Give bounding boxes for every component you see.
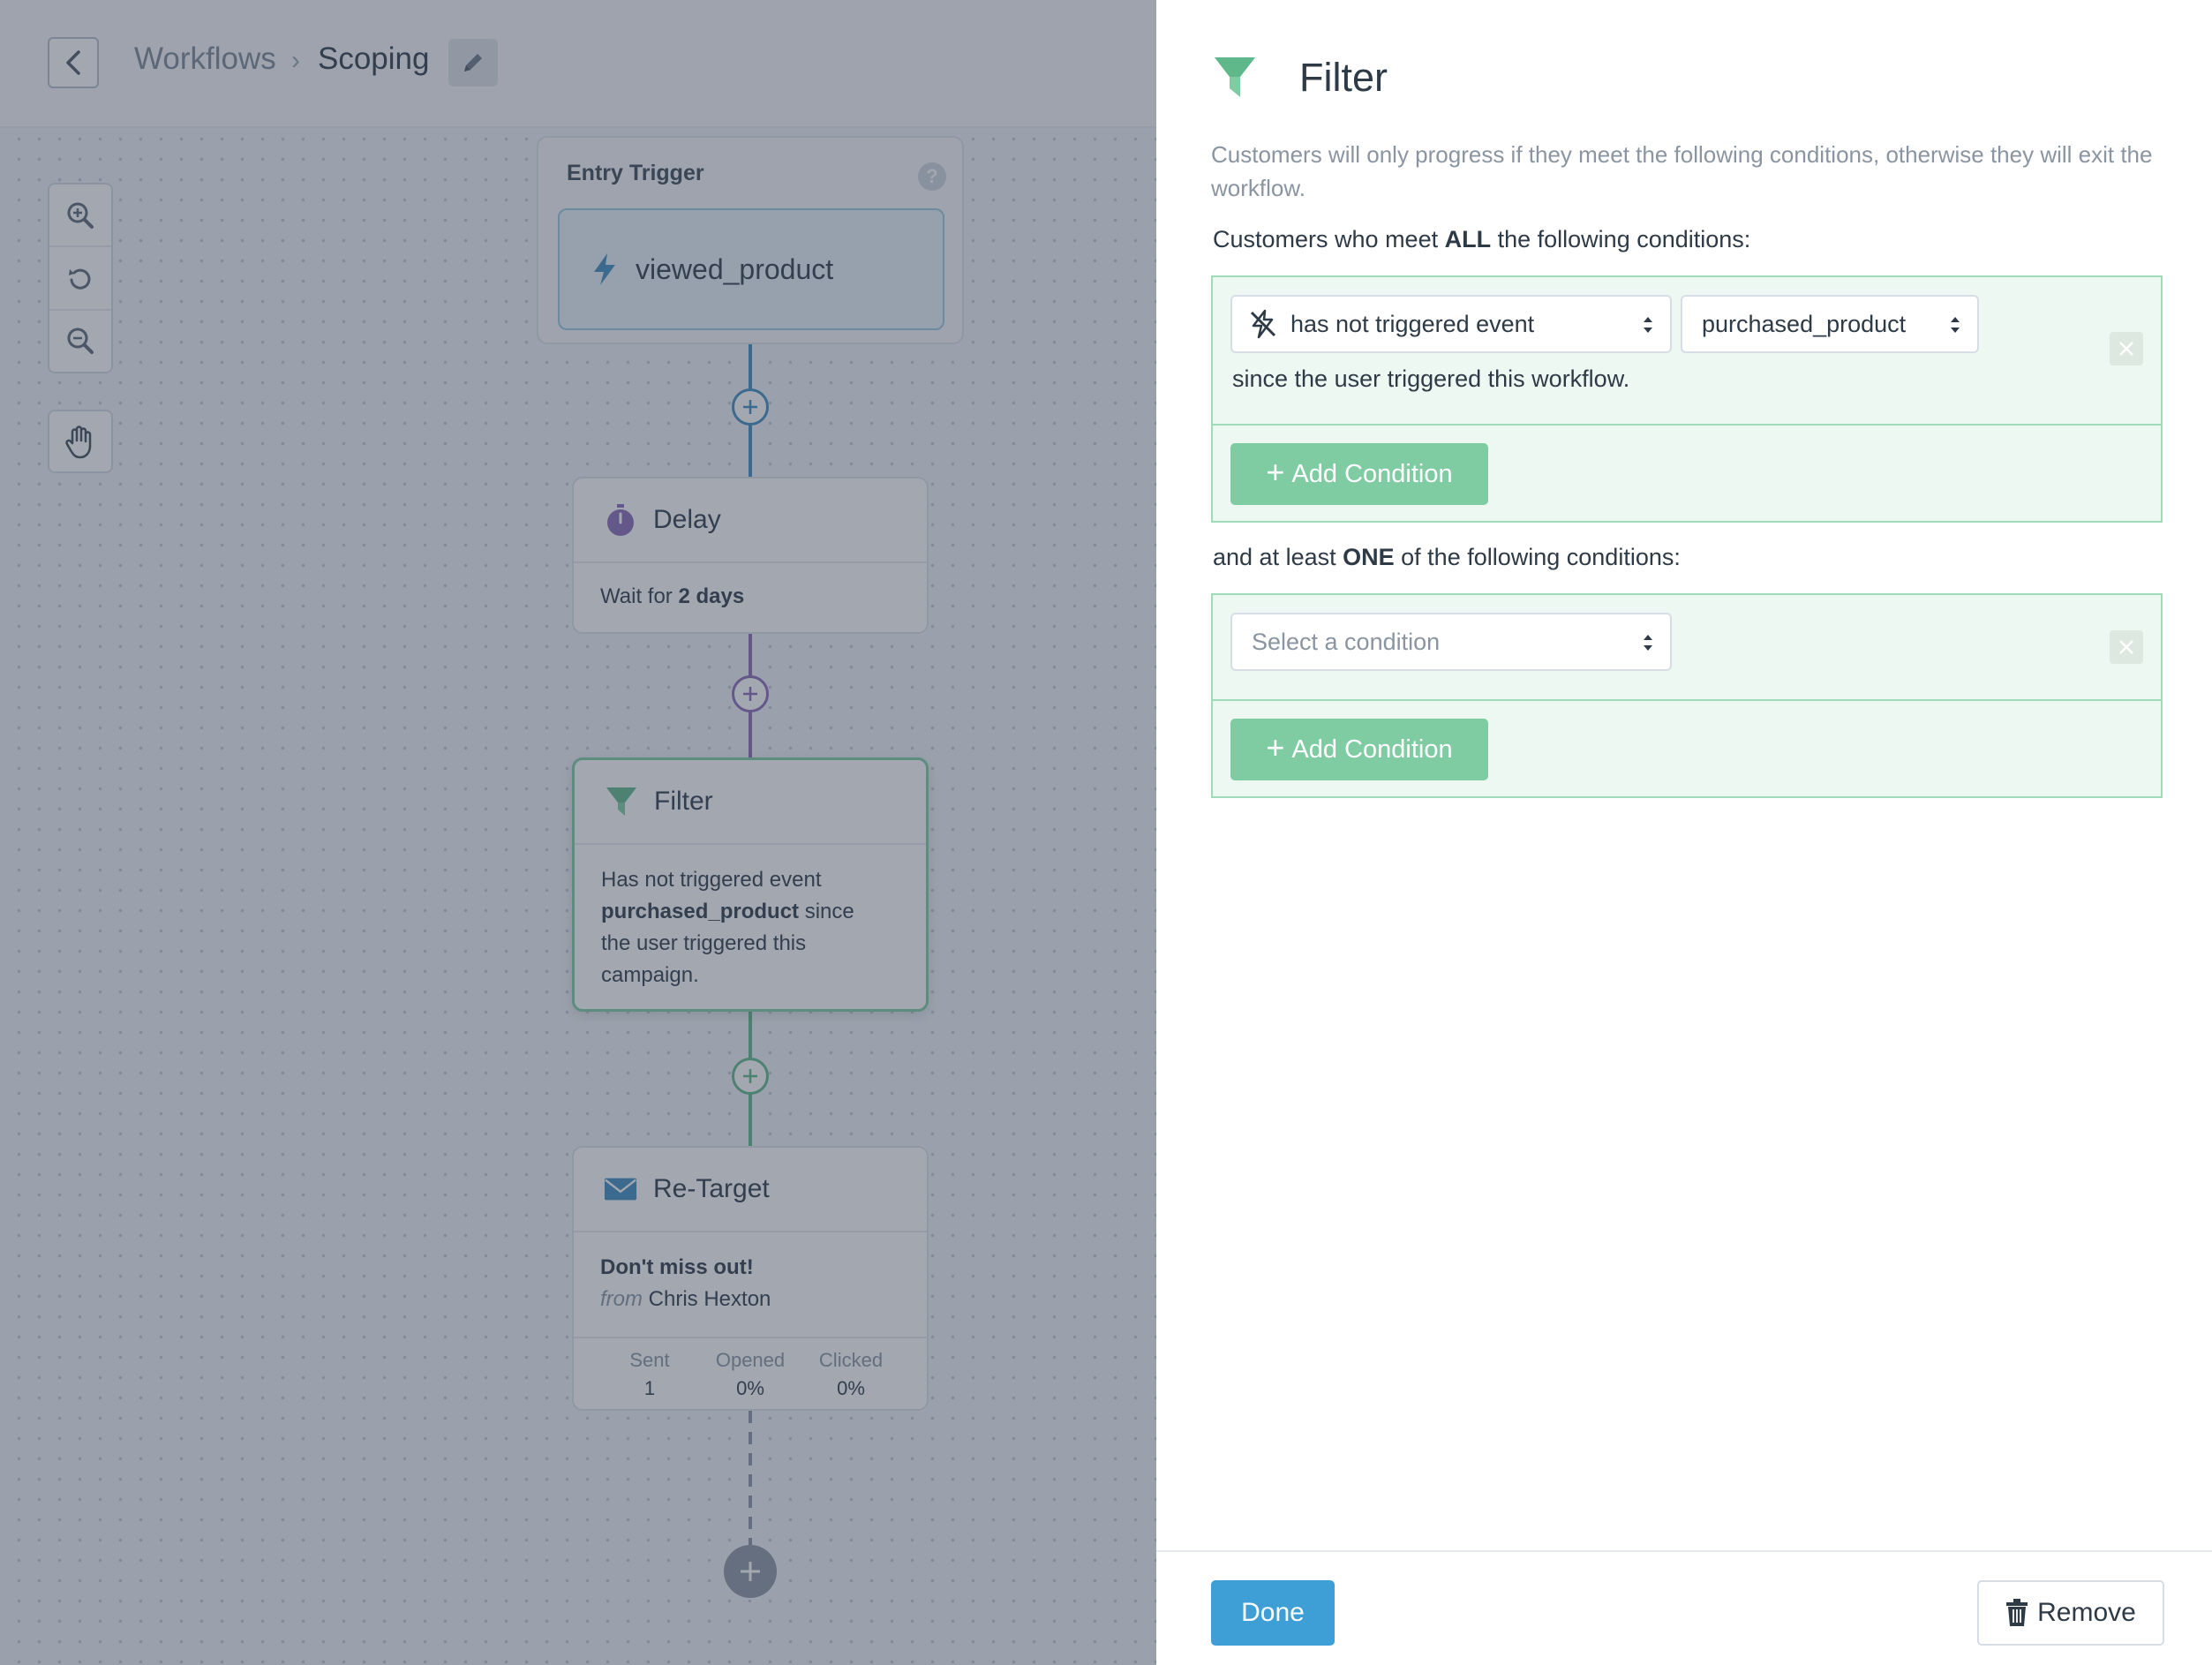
label-bold: ALL bbox=[1444, 226, 1492, 252]
condition-placeholder: Select a condition bbox=[1252, 628, 1441, 655]
remove-button[interactable]: Remove bbox=[1977, 1580, 2164, 1646]
filter-settings-panel: Filter Customers will only progress if t… bbox=[1156, 0, 2212, 1665]
add-condition-button[interactable]: + Add Condition bbox=[1230, 443, 1488, 505]
plus-icon: + bbox=[1266, 454, 1285, 490]
panel-footer: Done Remove bbox=[1156, 1550, 2212, 1665]
funnel-icon bbox=[1215, 57, 1255, 97]
plus-icon: + bbox=[1266, 729, 1285, 765]
add-condition-button[interactable]: + Add Condition bbox=[1230, 719, 1488, 780]
one-condition-label: and at least ONE of the following condit… bbox=[1213, 544, 1681, 571]
since-text: since the user triggered this workflow. bbox=[1232, 365, 1630, 392]
label-text: and at least bbox=[1213, 544, 1336, 570]
event-value: purchased_product bbox=[1702, 310, 1907, 337]
modal-overlay[interactable] bbox=[0, 0, 1156, 1665]
remove-condition-button[interactable] bbox=[2110, 332, 2143, 365]
trash-icon bbox=[2006, 1599, 2028, 1626]
all-conditions-group: has not triggered event purchased_produc… bbox=[1211, 275, 2163, 523]
panel-title: Filter bbox=[1299, 55, 1388, 100]
done-button[interactable]: Done bbox=[1211, 1580, 1335, 1646]
condition-row: has not triggered event purchased_produc… bbox=[1213, 277, 2161, 426]
event-select[interactable]: purchased_product bbox=[1681, 295, 1979, 353]
close-icon bbox=[2119, 640, 2133, 654]
no-lightning-icon bbox=[1250, 309, 1276, 339]
condition-type-value: has not triggered event bbox=[1290, 310, 1535, 337]
label-bold: ONE bbox=[1343, 544, 1395, 570]
condition-type-select[interactable]: has not triggered event bbox=[1230, 295, 1672, 353]
condition-select[interactable]: Select a condition bbox=[1230, 613, 1672, 671]
remove-label: Remove bbox=[2037, 1598, 2136, 1627]
add-condition-label: Add Condition bbox=[1291, 459, 1453, 488]
panel-description: Customers will only progress if they mee… bbox=[1211, 141, 2153, 201]
workflow-canvas[interactable]: Workflows › Scoping Entry Trigger ? view… bbox=[0, 0, 1156, 1665]
label-text: of the following conditions: bbox=[1401, 544, 1681, 570]
add-condition-label: Add Condition bbox=[1291, 735, 1453, 764]
select-arrows-icon bbox=[1644, 317, 1652, 333]
condition-row: Select a condition bbox=[1213, 595, 2161, 701]
label-text: the following conditions: bbox=[1497, 226, 1751, 252]
remove-condition-button[interactable] bbox=[2110, 630, 2143, 664]
one-condition-group: Select a condition + Add Condition bbox=[1211, 593, 2163, 798]
close-icon bbox=[2119, 342, 2133, 356]
select-arrows-icon bbox=[1644, 635, 1652, 651]
select-arrows-icon bbox=[1951, 317, 1960, 333]
label-text: Customers who meet bbox=[1213, 226, 1439, 252]
all-conditions-label: Customers who meet ALL the following con… bbox=[1213, 226, 1750, 253]
